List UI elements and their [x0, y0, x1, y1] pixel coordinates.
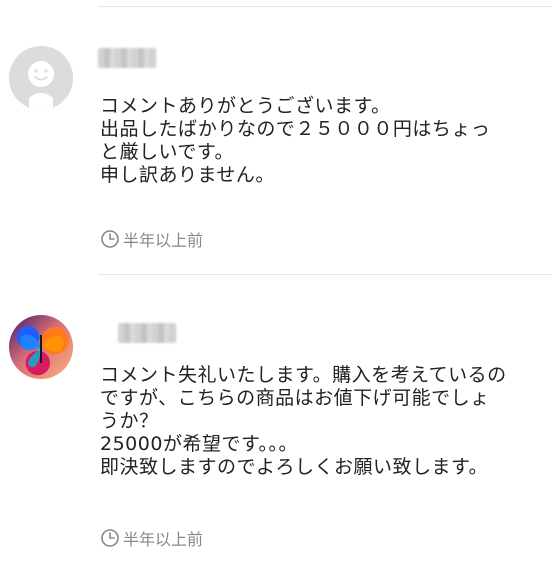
comment-line: 申し訳ありません。 [100, 164, 275, 186]
comment-line: ですが、こちらの商品はお値下げ可能でしょ [100, 387, 490, 409]
clock-icon [100, 229, 120, 249]
comment-timestamp: 半年以上前 [100, 526, 203, 550]
comment-line: 25000が希望です。。。 [100, 433, 299, 455]
comment-list: コメントありがとうございます。 出品したばかりなので２５０００円はちょっ と厳し… [0, 0, 552, 573]
divider [98, 6, 552, 7]
butterfly-photo-avatar[interactable] [9, 315, 73, 379]
comment-body: コメントありがとうございます。 出品したばかりなので２５０００円はちょっ と厳し… [100, 95, 538, 187]
comment-line: と厳しいです。 [100, 141, 235, 163]
comment-line: 出品したばかりなので２５０００円はちょっ [100, 118, 491, 140]
username-blurred[interactable] [98, 48, 156, 68]
comment-line: うか？ [100, 410, 159, 432]
timestamp-text: 半年以上前 [123, 530, 204, 549]
username-blurred[interactable] [118, 323, 176, 343]
divider [98, 274, 552, 275]
comment-line: 即決致しますのでよろしくお願い致します。 [100, 456, 489, 478]
comment-line: コメントありがとうございます。 [100, 95, 391, 117]
default-avatar-icon[interactable] [9, 46, 73, 110]
comment-timestamp: 半年以上前 [100, 227, 203, 251]
timestamp-text: 半年以上前 [123, 231, 204, 250]
comment-body: コメント失礼いたします。購入を考えているの ですが、こちらの商品はお値下げ可能で… [100, 364, 538, 479]
clock-icon [100, 528, 120, 548]
comment-line: コメント失礼いたします。購入を考えているの [100, 364, 507, 386]
